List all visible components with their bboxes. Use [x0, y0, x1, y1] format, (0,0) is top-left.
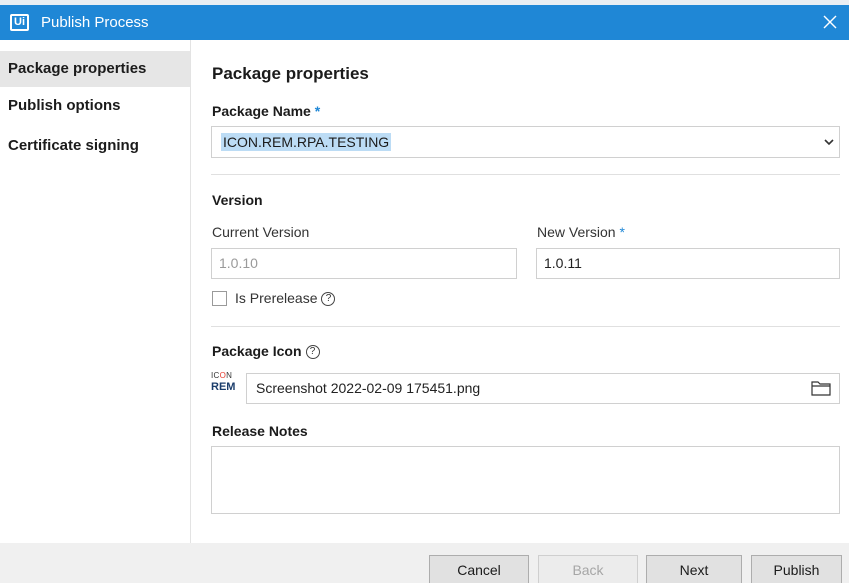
- divider: [211, 174, 840, 175]
- package-icon-label-text: Package Icon: [212, 343, 302, 359]
- package-name-value[interactable]: ICON.REM.RPA.TESTING: [221, 133, 392, 151]
- title-bar-top-strip: [0, 0, 849, 5]
- new-version-label-text: New Version: [537, 224, 616, 240]
- package-icon-label: Package Icon?: [212, 343, 320, 359]
- publish-button[interactable]: Publish: [751, 555, 842, 583]
- close-icon[interactable]: [821, 13, 839, 31]
- package-icon-file-field[interactable]: Screenshot 2022-02-09 175451.png: [246, 373, 840, 404]
- main-content: Package properties Package Name * ICON.R…: [191, 40, 849, 543]
- divider: [211, 326, 840, 327]
- is-prerelease-checkbox[interactable]: [212, 291, 227, 306]
- package-name-label-text: Package Name: [212, 103, 311, 119]
- package-icon-file-value: Screenshot 2022-02-09 175451.png: [256, 380, 481, 396]
- next-button[interactable]: Next: [646, 555, 742, 583]
- sidebar-item-package-properties[interactable]: Package properties: [0, 51, 190, 87]
- thumbnail-text-top: ICON: [211, 371, 233, 380]
- title-bar: Ui Publish Process: [0, 0, 849, 40]
- dialog-footer: Cancel Back Next Publish: [0, 543, 849, 583]
- package-icon-thumbnail: ICON REM: [211, 371, 243, 397]
- release-notes-label: Release Notes: [212, 423, 308, 439]
- sidebar-item-certificate-signing[interactable]: Certificate signing: [0, 128, 190, 164]
- help-icon[interactable]: ?: [321, 292, 336, 306]
- is-prerelease-text: Is Prerelease: [235, 290, 318, 306]
- required-mark: *: [619, 224, 625, 240]
- section-title: Package properties: [212, 64, 369, 83]
- new-version-field[interactable]: 1.0.11: [536, 248, 840, 279]
- thumbnail-text-bottom: REM: [211, 381, 236, 393]
- folder-icon[interactable]: [811, 380, 831, 396]
- sidebar: Package properties Publish options Certi…: [0, 40, 191, 543]
- help-icon[interactable]: ?: [305, 345, 320, 359]
- version-heading: Version: [212, 192, 263, 208]
- is-prerelease-label[interactable]: Is Prerelease?: [235, 290, 336, 306]
- new-version-label: New Version *: [537, 224, 625, 240]
- cancel-button[interactable]: Cancel: [429, 555, 529, 583]
- package-name-combobox[interactable]: ICON.REM.RPA.TESTING: [211, 126, 840, 158]
- release-notes-textarea[interactable]: [211, 446, 840, 514]
- current-version-label: Current Version: [212, 224, 310, 240]
- required-mark: *: [314, 103, 321, 119]
- chevron-down-icon[interactable]: [819, 127, 839, 157]
- window-title: Publish Process: [41, 14, 149, 31]
- uipath-logo-icon: Ui: [10, 14, 29, 31]
- sidebar-item-publish-options[interactable]: Publish options: [0, 88, 190, 124]
- current-version-field: 1.0.10: [211, 248, 517, 279]
- package-name-label: Package Name *: [212, 103, 320, 119]
- back-button: Back: [538, 555, 638, 583]
